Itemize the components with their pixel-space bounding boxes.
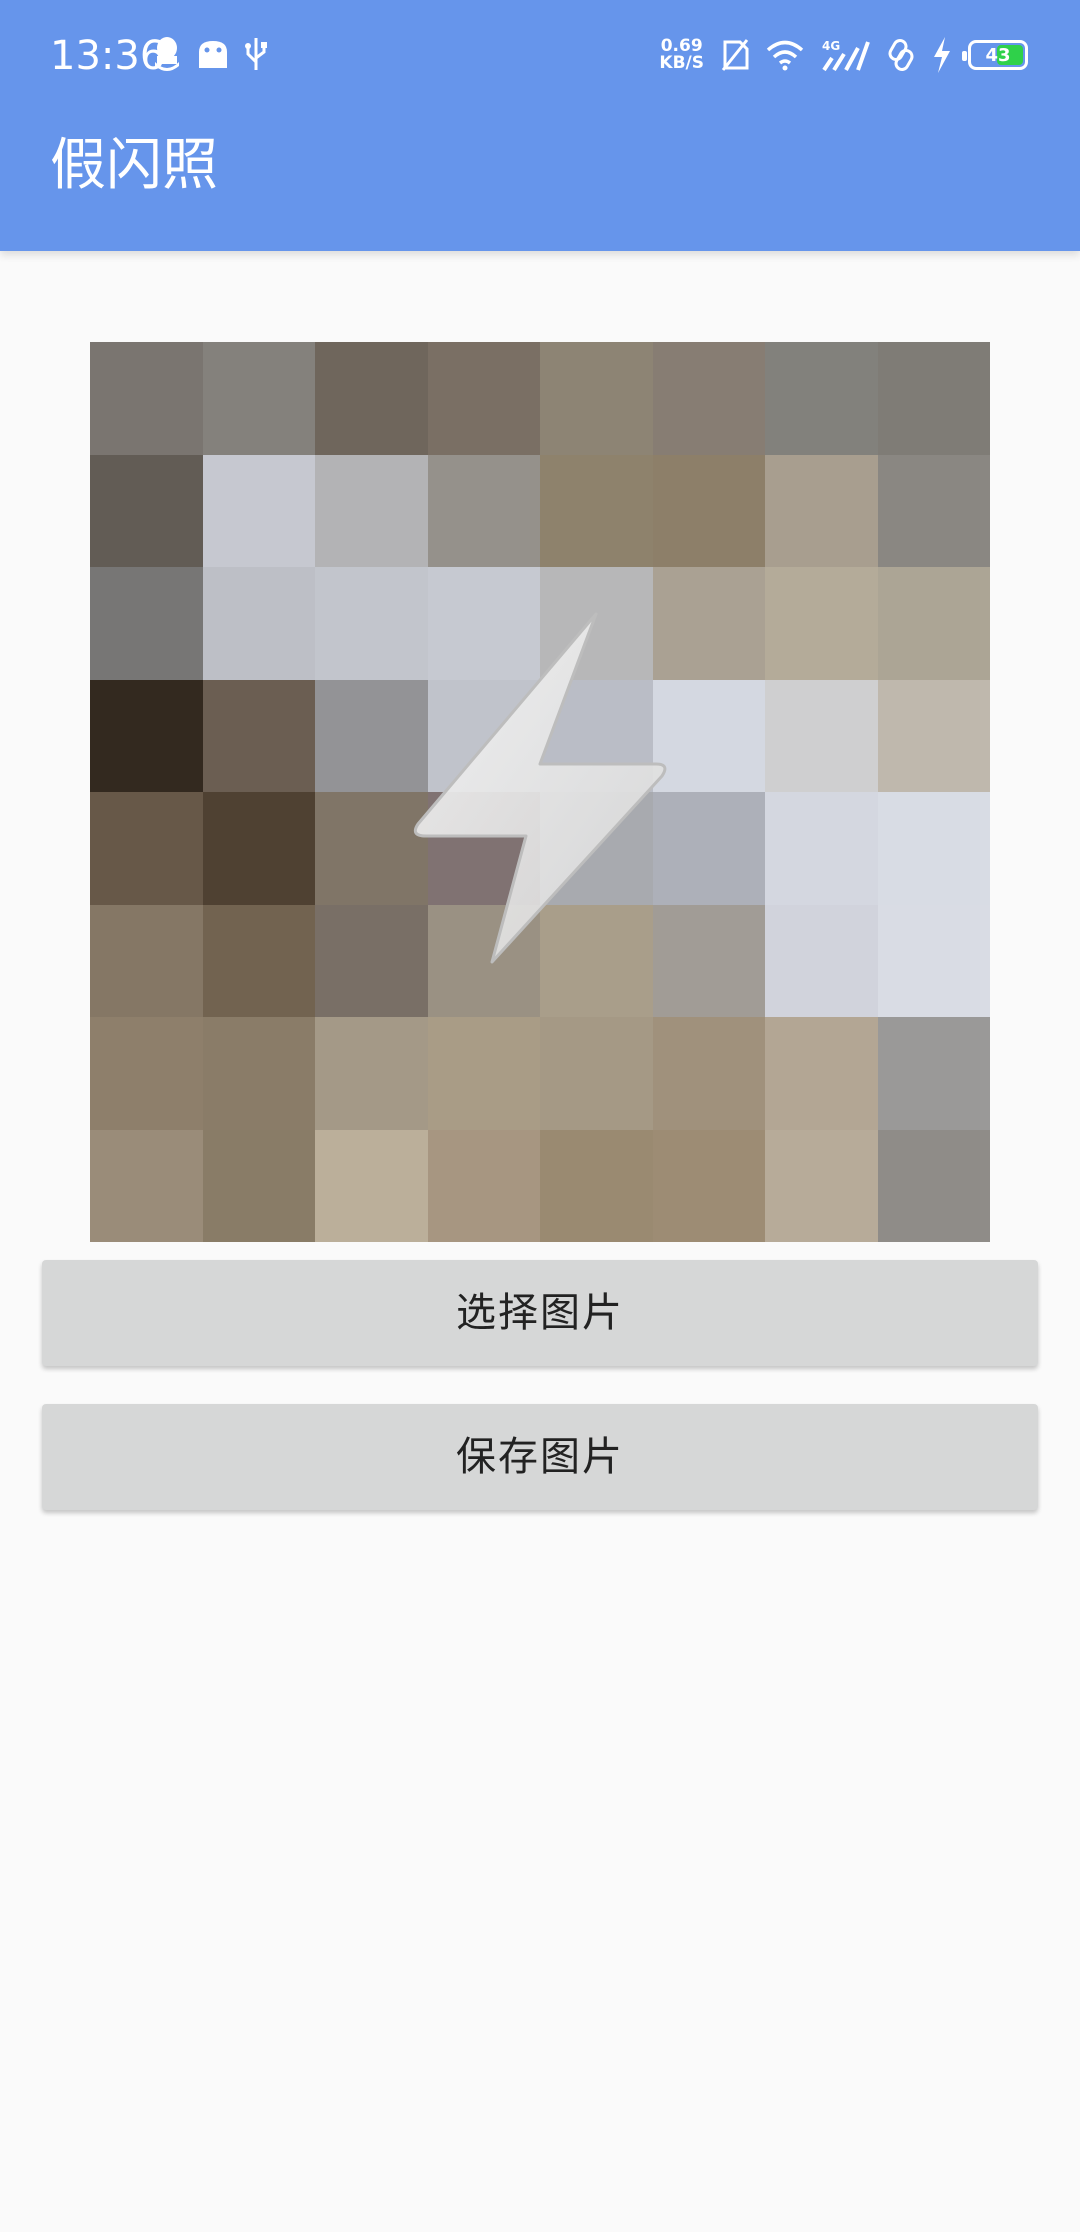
preview-tile (877, 454, 990, 567)
preview-tile (427, 342, 540, 455)
preview-tile (90, 792, 203, 905)
preview-tile (202, 454, 315, 567)
preview-tile (765, 792, 878, 905)
preview-tile (540, 1017, 653, 1130)
preview-tile (315, 1129, 428, 1242)
preview-tile (315, 454, 428, 567)
preview-tile (652, 1017, 765, 1130)
preview-tile (765, 679, 878, 792)
battery-icon: 43 (962, 40, 1028, 70)
preview-tile (652, 342, 765, 455)
preview-tile (315, 1017, 428, 1130)
preview-tile (202, 679, 315, 792)
preview-tile (765, 342, 878, 455)
app-title: 假闪照 (50, 133, 218, 198)
net-speed-unit: KB/S (659, 53, 704, 73)
status-time: 13:36 (50, 33, 166, 79)
app-bar: 13:36 0.69 KB/S 4G 43 假闪照 (0, 0, 1080, 251)
preview-tile (202, 342, 315, 455)
preview-tile (90, 342, 203, 455)
preview-tile (877, 679, 990, 792)
preview-tile (427, 1017, 540, 1130)
preview-tile (652, 1129, 765, 1242)
preview-tile (877, 904, 990, 1017)
select-image-button[interactable]: 选择图片 (42, 1260, 1038, 1366)
flash-icon (413, 612, 667, 964)
save-image-button[interactable]: 保存图片 (42, 1404, 1038, 1510)
preview-tile (202, 1129, 315, 1242)
network-type: 4G (822, 39, 840, 53)
preview-tile (202, 904, 315, 1017)
qq-icon (152, 36, 182, 72)
preview-tile (90, 567, 203, 680)
android-icon (196, 38, 230, 70)
charging-icon (932, 37, 952, 73)
signal-4g-icon: 4G (820, 38, 870, 72)
preview-tile (540, 342, 653, 455)
preview-tile (765, 1129, 878, 1242)
preview-tile (202, 567, 315, 680)
preview-tile (202, 792, 315, 905)
net-speed: 0.69 KB/S (659, 38, 704, 72)
preview-tile (427, 454, 540, 567)
status-bar: 13:36 0.69 KB/S 4G 43 (0, 0, 1080, 110)
wifi-icon (766, 39, 804, 71)
preview-tile (652, 454, 765, 567)
preview-tile (90, 679, 203, 792)
preview-tile (90, 1129, 203, 1242)
preview-tile (540, 1129, 653, 1242)
preview-tile (90, 904, 203, 1017)
usb-icon (244, 36, 268, 72)
preview-tile (540, 454, 653, 567)
status-right: 0.69 KB/S 4G 43 (659, 30, 1028, 80)
preview-tile (202, 1017, 315, 1130)
preview-tile (765, 1017, 878, 1130)
preview-tile (877, 1017, 990, 1130)
preview-tile (90, 454, 203, 567)
preview-tile (877, 567, 990, 680)
preview-tile (427, 1129, 540, 1242)
no-sim-icon (720, 38, 750, 72)
link-icon (886, 38, 916, 72)
preview-tile (877, 792, 990, 905)
preview-tile (877, 1129, 990, 1242)
battery-level: 43 (985, 44, 1011, 66)
preview-tile (90, 1017, 203, 1130)
preview-tile (765, 567, 878, 680)
preview-tile (315, 342, 428, 455)
preview-tile (877, 342, 990, 455)
preview-tile (765, 454, 878, 567)
status-left-icons (152, 32, 268, 76)
preview-tile (765, 904, 878, 1017)
